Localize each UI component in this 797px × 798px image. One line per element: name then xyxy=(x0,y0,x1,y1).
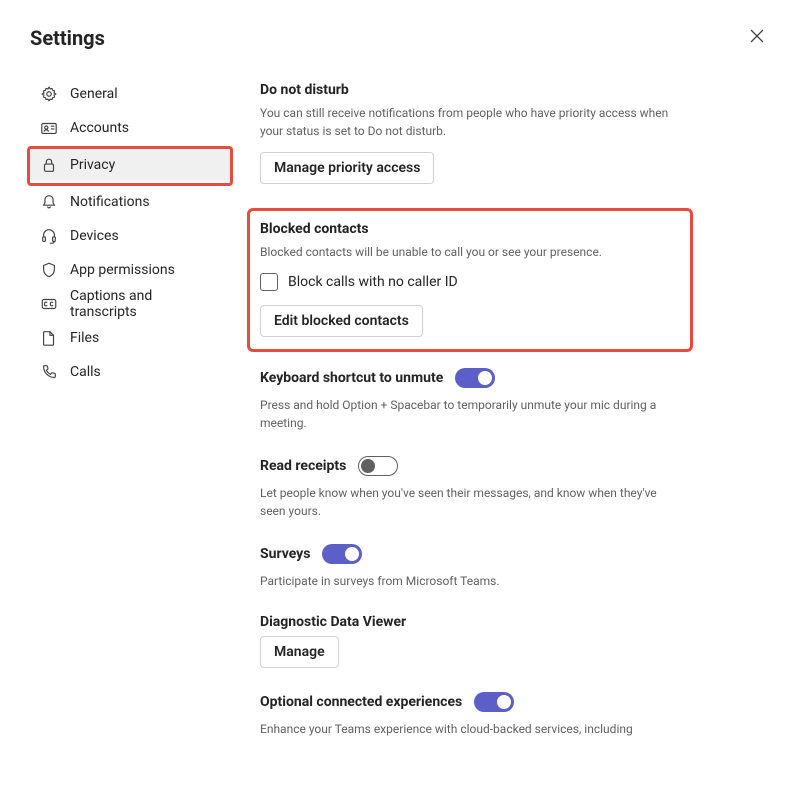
id-card-icon xyxy=(40,119,58,137)
section-title: Blocked contacts xyxy=(260,221,680,237)
section-keyboard: Keyboard shortcut to unmute Press and ho… xyxy=(260,368,680,432)
sidebar-item-accounts[interactable]: Accounts xyxy=(30,112,230,144)
section-title: Surveys xyxy=(260,546,310,562)
file-icon xyxy=(40,329,58,347)
section-title: Optional connected experiences xyxy=(260,694,462,710)
shield-icon xyxy=(40,261,58,279)
edit-blocked-contacts-button[interactable]: Edit blocked contacts xyxy=(260,305,423,337)
gear-icon xyxy=(40,85,58,103)
sidebar-item-files[interactable]: Files xyxy=(30,322,230,354)
section-title: Diagnostic Data Viewer xyxy=(260,614,680,630)
sidebar-item-label: Notifications xyxy=(70,194,150,210)
phone-icon xyxy=(40,363,58,381)
section-desc: Let people know when you've seen their m… xyxy=(260,484,680,520)
cc-icon xyxy=(40,295,58,313)
block-no-caller-id-checkbox[interactable] xyxy=(260,273,278,291)
section-desc: Blocked contacts will be unable to call … xyxy=(260,243,680,261)
section-desc: Press and hold Option + Spacebar to temp… xyxy=(260,396,680,432)
sidebar-item-devices[interactable]: Devices xyxy=(30,220,230,252)
sidebar-item-app-permissions[interactable]: App permissions xyxy=(30,254,230,286)
close-button[interactable] xyxy=(747,26,767,46)
section-title: Read receipts xyxy=(260,458,346,474)
headset-icon xyxy=(40,227,58,245)
sidebar-item-notifications[interactable]: Notifications xyxy=(30,186,230,218)
manage-priority-access-button[interactable]: Manage priority access xyxy=(260,152,434,184)
surveys-toggle[interactable] xyxy=(322,544,362,564)
section-desc: You can still receive notifications from… xyxy=(260,104,680,140)
optional-connected-toggle[interactable] xyxy=(474,692,514,712)
read-receipts-toggle[interactable] xyxy=(358,456,398,476)
sidebar-item-label: Captions and transcripts xyxy=(70,288,220,320)
sidebar-item-general[interactable]: General xyxy=(30,78,230,110)
sidebar-item-captions[interactable]: Captions and transcripts xyxy=(30,288,230,320)
sidebar-item-label: Calls xyxy=(70,364,101,380)
page-title: Settings xyxy=(30,26,767,50)
sidebar-item-label: App permissions xyxy=(70,262,175,278)
checkbox-label: Block calls with no caller ID xyxy=(288,274,458,290)
close-icon xyxy=(750,29,764,43)
sidebar-item-label: Files xyxy=(70,330,99,346)
section-title: Do not disturb xyxy=(260,82,680,98)
section-read-receipts: Read receipts Let people know when you'v… xyxy=(260,456,680,520)
section-desc: Participate in surveys from Microsoft Te… xyxy=(260,572,680,590)
sidebar-item-calls[interactable]: Calls xyxy=(30,356,230,388)
section-diagnostic: Diagnostic Data Viewer Manage xyxy=(260,614,680,668)
keyboard-unmute-toggle[interactable] xyxy=(455,368,495,388)
section-blocked-highlight: Blocked contacts Blocked contacts will b… xyxy=(247,208,693,352)
sidebar: General Accounts Privacy Notifications D… xyxy=(30,78,230,762)
sidebar-item-label: Devices xyxy=(70,228,119,244)
section-surveys: Surveys Participate in surveys from Micr… xyxy=(260,544,680,590)
section-dnd: Do not disturb You can still receive not… xyxy=(260,82,680,184)
lock-icon xyxy=(40,156,58,174)
section-desc: Enhance your Teams experience with cloud… xyxy=(260,720,680,738)
diagnostic-manage-button[interactable]: Manage xyxy=(260,636,339,668)
sidebar-item-privacy[interactable]: Privacy xyxy=(30,149,230,181)
content: Do not disturb You can still receive not… xyxy=(260,78,680,762)
sidebar-highlight: Privacy xyxy=(27,146,233,186)
bell-icon xyxy=(40,193,58,211)
section-optional-connected: Optional connected experiences Enhance y… xyxy=(260,692,680,738)
sidebar-item-label: General xyxy=(70,86,118,102)
sidebar-item-label: Privacy xyxy=(70,157,115,173)
section-title: Keyboard shortcut to unmute xyxy=(260,370,443,386)
sidebar-item-label: Accounts xyxy=(70,120,129,136)
